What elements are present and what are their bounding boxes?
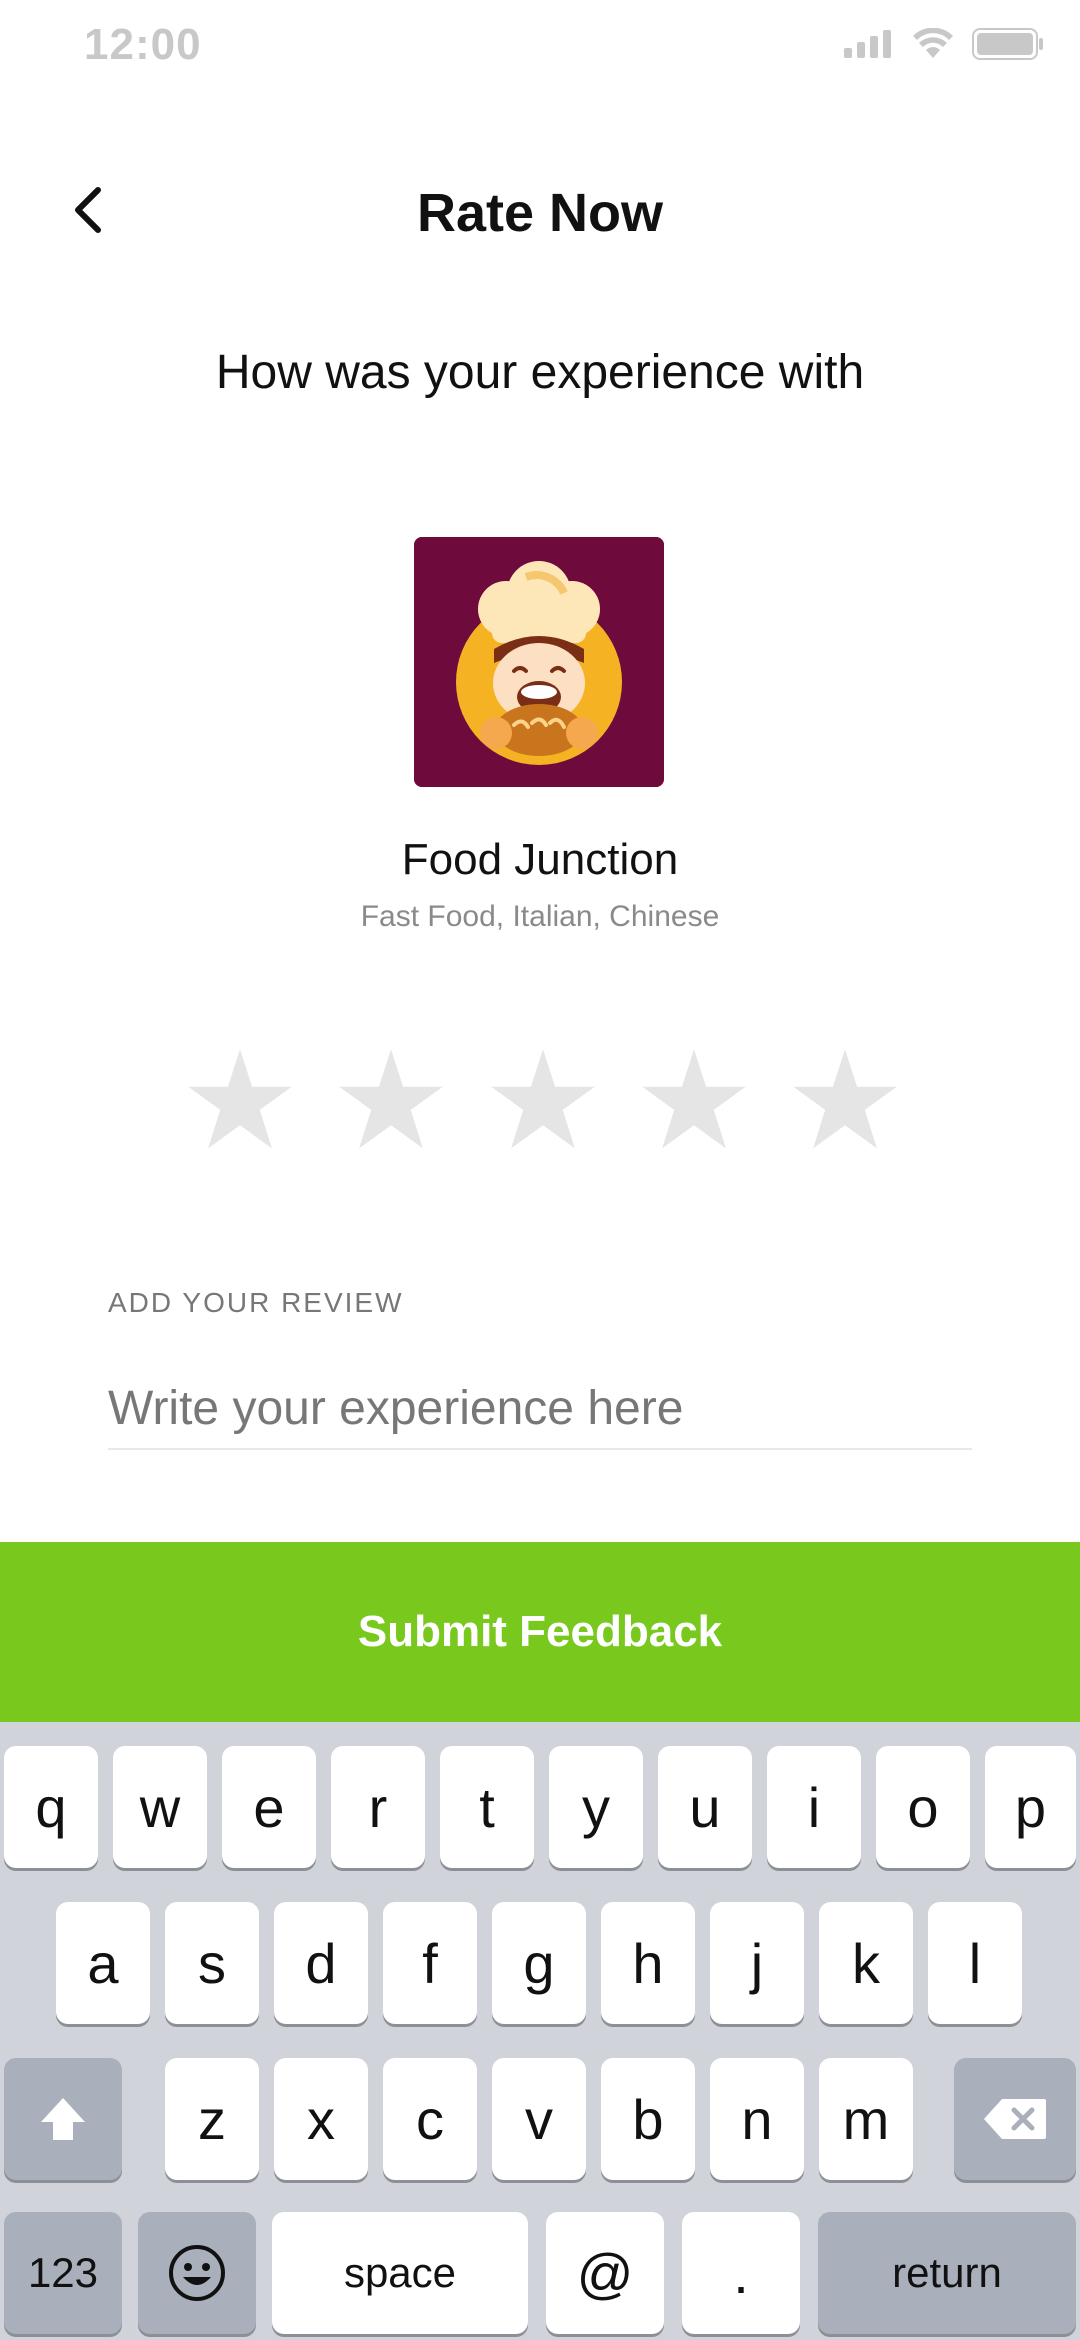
chef-logo-icon [414, 537, 664, 787]
status-time: 12:00 [84, 20, 202, 69]
key-z[interactable]: z [165, 2058, 259, 2180]
return-key[interactable]: return [818, 2212, 1076, 2334]
submit-feedback-button[interactable]: Submit Feedback [0, 1542, 1080, 1722]
key-m[interactable]: m [819, 2058, 913, 2180]
restaurant-name: Food Junction [401, 835, 679, 884]
key-j[interactable]: j [710, 1902, 804, 2024]
key-n[interactable]: n [710, 2058, 804, 2180]
dot-key[interactable]: . [682, 2212, 800, 2334]
key-p[interactable]: p [985, 1746, 1076, 1868]
restaurant-logo [414, 537, 664, 787]
key-c[interactable]: c [383, 2058, 477, 2180]
key-r[interactable]: r [331, 1746, 425, 1868]
key-k[interactable]: k [819, 1902, 913, 2024]
key-s[interactable]: s [165, 1902, 259, 2024]
key-f[interactable]: f [383, 1902, 477, 2024]
key-u[interactable]: u [658, 1746, 752, 1868]
shift-key[interactable] [4, 2058, 122, 2180]
key-v[interactable]: v [492, 2058, 586, 2180]
key-l[interactable]: l [928, 1902, 1022, 2024]
experience-question: How was your experience with [215, 346, 865, 399]
key-d[interactable]: d [274, 1902, 368, 2024]
header: Rate Now [0, 160, 1080, 270]
emoji-key[interactable] [138, 2212, 256, 2334]
star-3-icon[interactable] [488, 1045, 598, 1155]
key-o[interactable]: o [876, 1746, 970, 1868]
battery-icon [972, 28, 1043, 60]
key-y[interactable]: y [549, 1746, 643, 1868]
space-key[interactable]: space [272, 2212, 528, 2334]
key-t[interactable]: t [440, 1746, 534, 1868]
star-5-icon[interactable] [790, 1045, 900, 1155]
review-label: ADD YOUR REVIEW [108, 1287, 404, 1318]
backspace-key[interactable] [954, 2058, 1076, 2180]
star-1-icon[interactable] [185, 1045, 295, 1155]
key-h[interactable]: h [601, 1902, 695, 2024]
key-b[interactable]: b [601, 2058, 695, 2180]
status-icons [844, 28, 1044, 60]
key-a[interactable]: a [56, 1902, 150, 2024]
emoji-icon [169, 2245, 225, 2301]
restaurant-cuisine: Fast Food, Italian, Chinese [360, 900, 720, 933]
wifi-icon [913, 28, 953, 58]
signal-icon [844, 30, 891, 58]
shift-icon [41, 2098, 85, 2140]
review-input[interactable] [108, 1368, 972, 1450]
star-2-icon[interactable] [336, 1045, 446, 1155]
key-w[interactable]: w [113, 1746, 207, 1868]
key-x[interactable]: x [274, 2058, 368, 2180]
key-g[interactable]: g [492, 1902, 586, 2024]
keyboard: q w e r t y u i o p a s d f g h j k l z … [0, 1722, 1080, 2340]
key-i[interactable]: i [767, 1746, 861, 1868]
star-4-icon[interactable] [639, 1045, 749, 1155]
star-rating [185, 1045, 900, 1155]
status-bar: 12:00 [0, 0, 1080, 95]
backspace-icon [984, 2099, 1046, 2139]
numbers-key[interactable]: 123 [4, 2212, 122, 2334]
key-q[interactable]: q [4, 1746, 98, 1868]
page-title: Rate Now [416, 183, 664, 243]
key-e[interactable]: e [222, 1746, 316, 1868]
at-key[interactable]: @ [546, 2212, 664, 2334]
